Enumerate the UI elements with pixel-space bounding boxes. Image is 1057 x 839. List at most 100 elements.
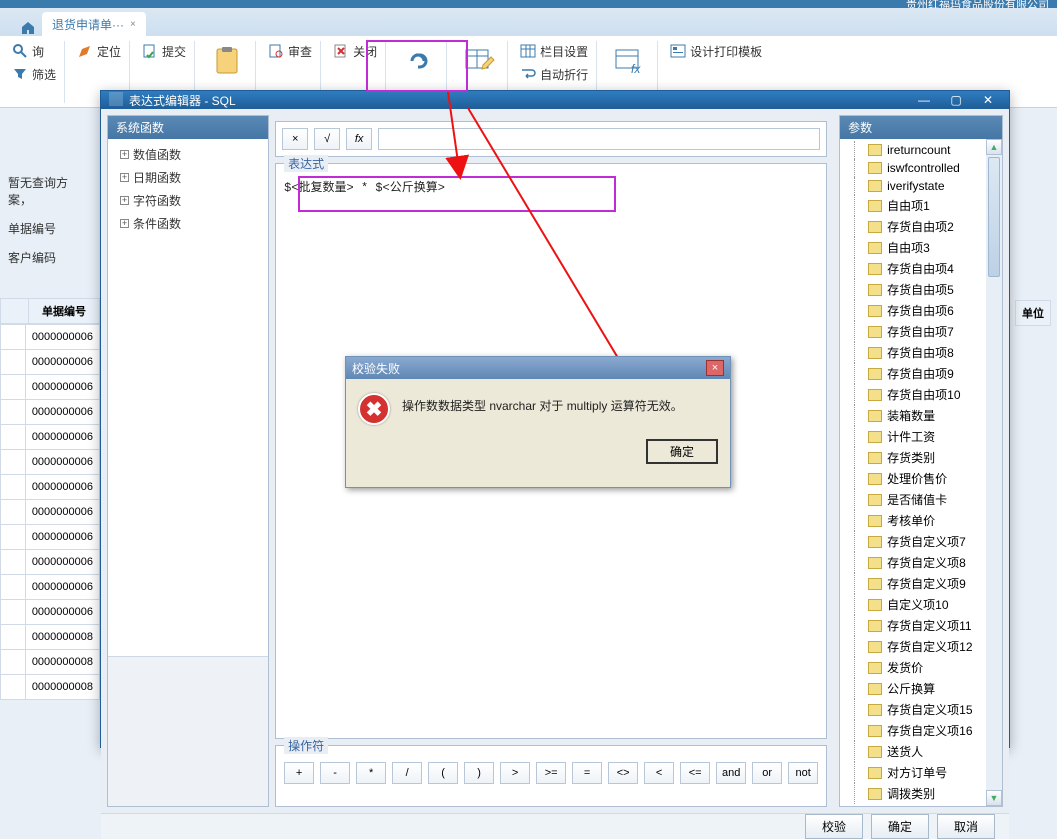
column-setting-button[interactable]: 栏目设置 (516, 41, 592, 61)
print-template-button[interactable]: 设计打印模板 (666, 41, 766, 61)
param-node[interactable]: 存货自定义项7 (840, 531, 1002, 552)
param-node[interactable]: 计件工资 (840, 426, 1002, 447)
operator-button[interactable]: = (572, 762, 602, 784)
operator-button[interactable]: or (752, 762, 782, 784)
param-node[interactable]: 装箱数量 (840, 405, 1002, 426)
param-node[interactable]: 存货自由项4 (840, 258, 1002, 279)
function-tree[interactable]: +数值函数+日期函数+字符函数+条件函数 (108, 139, 268, 239)
param-node[interactable]: 存货自由项5 (840, 279, 1002, 300)
expand-icon[interactable]: + (120, 150, 129, 159)
tool-sqrt[interactable]: √ (314, 128, 340, 150)
table-row[interactable]: 0000000006 (1, 425, 100, 450)
param-node[interactable]: 处理价售价 (840, 468, 1002, 489)
scroll-down-button[interactable]: ▼ (986, 790, 1002, 806)
maximize-button[interactable]: ▢ (943, 91, 969, 109)
audit-button[interactable]: 审查 (264, 41, 316, 61)
table-row[interactable]: 0000000006 (1, 350, 100, 375)
close-button[interactable]: 关闭 (329, 41, 381, 61)
table-row[interactable]: 0000000006 (1, 600, 100, 625)
table-row[interactable]: 0000000006 (1, 500, 100, 525)
table-row[interactable]: 0000000006 (1, 325, 100, 350)
operator-button[interactable]: ( (428, 762, 458, 784)
minimize-button[interactable]: — (911, 91, 937, 109)
param-node[interactable]: 存货自由项10 (840, 384, 1002, 405)
tool-input[interactable] (378, 128, 820, 150)
param-node[interactable]: 存货自由项2 (840, 216, 1002, 237)
error-titlebar[interactable]: 校验失败 × (346, 357, 730, 379)
param-node[interactable]: 存货自定义项16 (840, 720, 1002, 741)
param-node[interactable]: 公斤换算 (840, 678, 1002, 699)
table-row[interactable]: 0000000008 (1, 650, 100, 675)
cancel-button[interactable]: 取消 (937, 814, 995, 839)
table-row[interactable]: 0000000006 (1, 475, 100, 500)
operator-button[interactable]: < (644, 762, 674, 784)
close-icon[interactable]: × (130, 19, 136, 30)
table-row[interactable]: 0000000008 (1, 675, 100, 700)
param-node[interactable]: 存货自定义项15 (840, 699, 1002, 720)
locate-button[interactable]: 定位 (73, 41, 125, 61)
verify-button[interactable]: 校验 (805, 814, 863, 839)
tool-clear[interactable]: × (282, 128, 308, 150)
error-ok-button[interactable]: 确定 (646, 439, 718, 464)
function-node[interactable]: +字符函数 (108, 189, 268, 212)
table-row[interactable]: 0000000006 (1, 375, 100, 400)
operator-button[interactable]: * (356, 762, 386, 784)
function-node[interactable]: +日期函数 (108, 166, 268, 189)
params-scrollbar[interactable]: ▲ ▼ (986, 139, 1002, 806)
expand-icon[interactable]: + (120, 173, 129, 182)
query-button[interactable]: 询 (8, 41, 60, 61)
scroll-thumb[interactable] (988, 157, 1000, 277)
link-button-big[interactable] (394, 41, 442, 81)
filter-button[interactable]: 筛选 (8, 64, 60, 84)
table-format-button-big[interactable] (455, 41, 503, 81)
function-node[interactable]: +条件函数 (108, 212, 268, 235)
expand-icon[interactable]: + (120, 219, 129, 228)
function-node[interactable]: +数值函数 (108, 143, 268, 166)
submit-button[interactable]: 提交 (138, 41, 190, 61)
error-close-button[interactable]: × (706, 360, 724, 376)
param-node[interactable]: 自由项3 (840, 237, 1002, 258)
operator-button[interactable]: - (320, 762, 350, 784)
operator-button[interactable]: / (392, 762, 422, 784)
param-node[interactable]: iverifystate (840, 177, 1002, 195)
audit-button-big[interactable] (203, 41, 251, 81)
table-row[interactable]: 0000000006 (1, 525, 100, 550)
table-row[interactable]: 0000000006 (1, 450, 100, 475)
scroll-up-button[interactable]: ▲ (986, 139, 1002, 155)
operator-button[interactable]: ) (464, 762, 494, 784)
expand-icon[interactable]: + (120, 196, 129, 205)
param-node[interactable]: 存货自定义项11 (840, 615, 1002, 636)
auto-wrap-button[interactable]: 自动折行 (516, 64, 592, 84)
table-row[interactable]: 0000000008 (1, 625, 100, 650)
param-node[interactable]: 存货自定义项9 (840, 573, 1002, 594)
param-node[interactable]: 存货类别 (840, 447, 1002, 468)
param-node[interactable]: 存货自定义项12 (840, 636, 1002, 657)
table-fx-button-big[interactable]: fx (605, 41, 653, 81)
ok-button[interactable]: 确定 (871, 814, 929, 839)
param-node[interactable]: iswfcontrolled (840, 159, 1002, 177)
param-node[interactable]: 自定义项10 (840, 594, 1002, 615)
param-node[interactable]: 对方订单号 (840, 762, 1002, 783)
param-node[interactable]: 是否储值卡 (840, 489, 1002, 510)
params-tree[interactable]: ireturncountiswfcontrollediverifystate自由… (840, 139, 1002, 806)
param-node[interactable]: 自由项1 (840, 195, 1002, 216)
param-node[interactable]: 存货自由项8 (840, 342, 1002, 363)
editor-titlebar[interactable]: 表达式编辑器 - SQL — ▢ ✕ (101, 91, 1009, 109)
table-row[interactable]: 0000000006 (1, 575, 100, 600)
param-node[interactable]: 调拨类别 (840, 783, 1002, 804)
table-row[interactable]: 0000000006 (1, 550, 100, 575)
param-node[interactable]: 存货自定义项8 (840, 552, 1002, 573)
window-close-button[interactable]: ✕ (975, 91, 1001, 109)
param-node[interactable]: 存货自由项9 (840, 363, 1002, 384)
operator-button[interactable]: >= (536, 762, 566, 784)
table-row[interactable]: 0000000006 (1, 400, 100, 425)
param-node[interactable]: ireturncount (840, 141, 1002, 159)
operator-button[interactable]: and (716, 762, 746, 784)
param-node[interactable]: 送货人 (840, 741, 1002, 762)
param-node[interactable]: 考核单价 (840, 510, 1002, 531)
home-icon[interactable] (20, 20, 36, 36)
param-node[interactable]: 存货自由项6 (840, 300, 1002, 321)
tab-return-request[interactable]: 退货申请单··· × (42, 12, 146, 36)
tool-fx[interactable]: fx (346, 128, 372, 150)
operator-button[interactable]: + (284, 762, 314, 784)
